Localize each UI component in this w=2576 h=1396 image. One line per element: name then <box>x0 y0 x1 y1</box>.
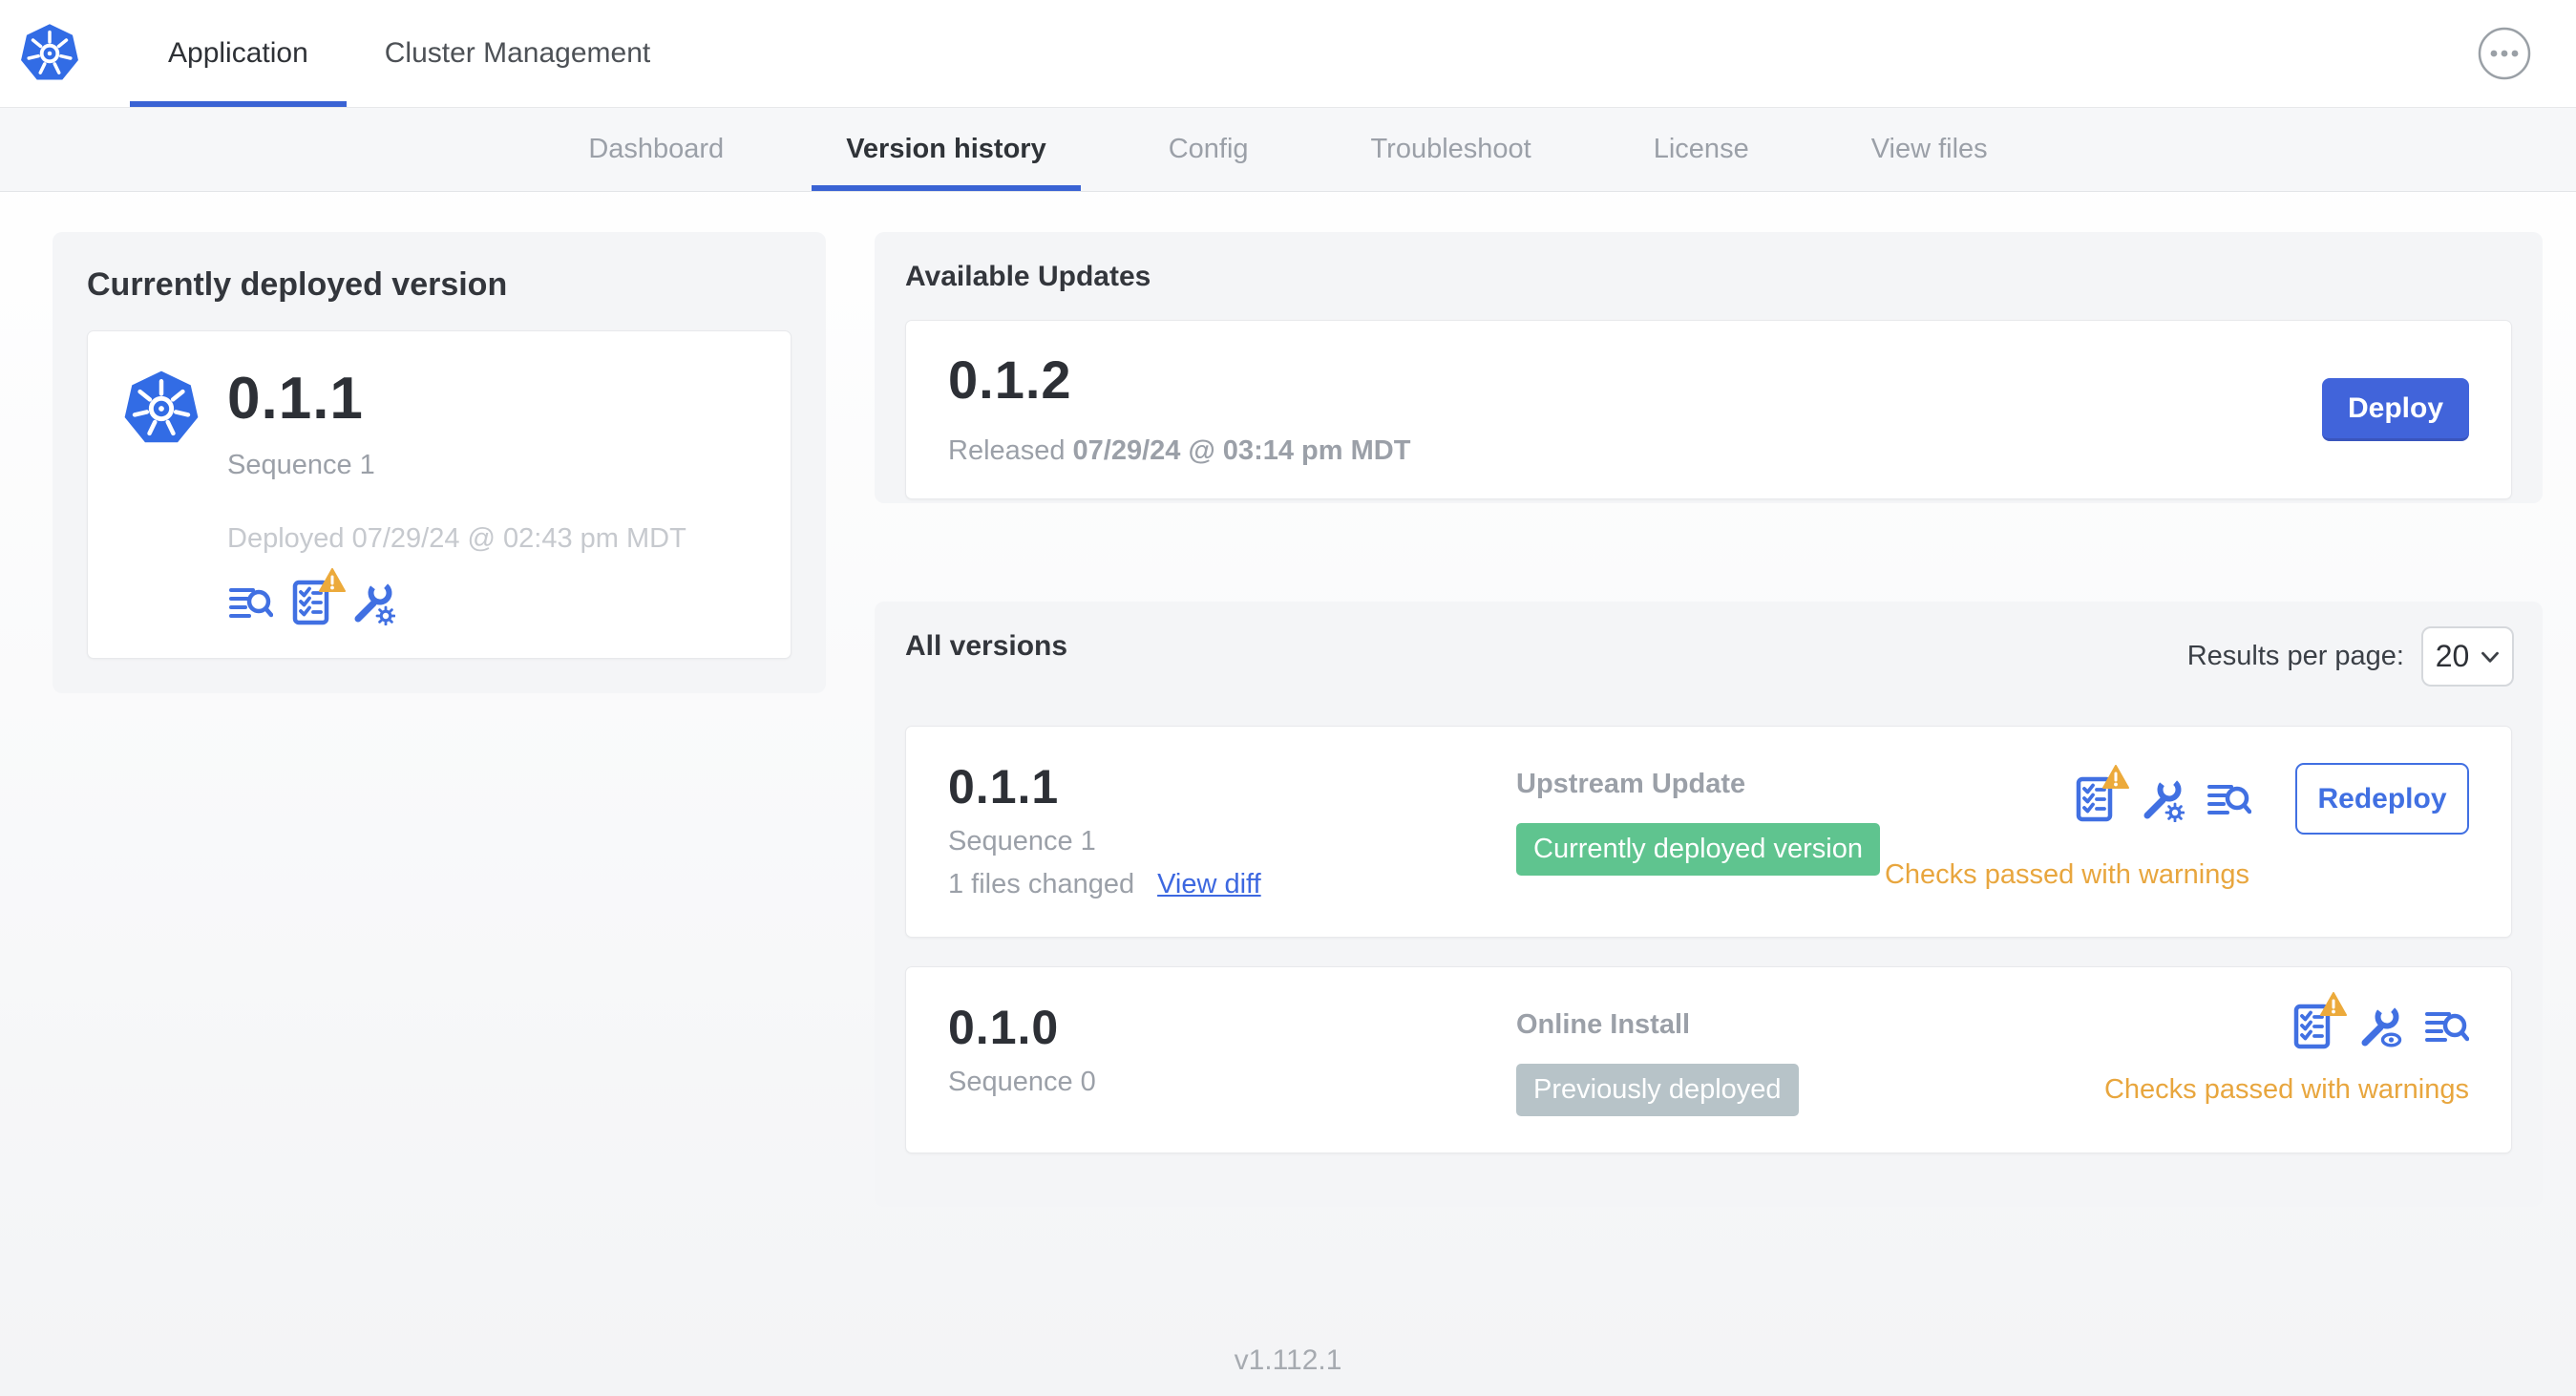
checks-status-text: Checks passed with warnings <box>1884 859 2249 890</box>
subnav-tab-config-label: Config <box>1168 134 1249 164</box>
preflight-checks-warning-icon[interactable] <box>288 568 346 625</box>
view-diff-icon[interactable] <box>227 580 273 625</box>
tab-cluster-management-label: Cluster Management <box>384 37 651 69</box>
view-config-icon[interactable] <box>2356 1004 2402 1049</box>
subnav-tab-license-label: License <box>1653 134 1749 164</box>
warning-triangle-icon <box>2102 764 2129 789</box>
row-sequence-label: Sequence 0 <box>948 1067 1096 1097</box>
deployed-version-number: 0.1.1 <box>227 366 364 432</box>
warning-triangle-icon <box>2320 992 2347 1016</box>
view-diff-icon[interactable] <box>2206 776 2251 822</box>
subnav-tab-version-history-label: Version history <box>846 134 1046 164</box>
results-per-page-select[interactable]: 20 <box>2421 626 2514 687</box>
files-changed-label: 1 files changed <box>948 869 1135 899</box>
view-diff-icon[interactable] <box>2423 1004 2469 1049</box>
deployed-sequence-label: Sequence 1 <box>227 450 375 480</box>
subnav-tab-troubleshoot[interactable]: Troubleshoot <box>1337 108 1566 191</box>
view-diff-link[interactable]: View diff <box>1157 869 1261 900</box>
subnav-tab-dashboard[interactable]: Dashboard <box>554 108 758 191</box>
tab-cluster-management[interactable]: Cluster Management <box>347 0 688 107</box>
subnav-tab-dashboard-label: Dashboard <box>588 134 725 164</box>
chevron-down-icon <box>2481 651 2500 663</box>
ellipsis-icon <box>2478 27 2531 80</box>
available-updates-title: Available Updates <box>905 261 1151 292</box>
currently-deployed-title: Currently deployed version <box>87 266 508 303</box>
console-version-label: v1.112.1 <box>1234 1344 1342 1376</box>
tab-application-label: Application <box>168 37 308 69</box>
version-row-0-1-0: 0.1.0 Sequence 0 Online Install Previous… <box>905 966 2512 1153</box>
preflight-checks-warning-icon[interactable] <box>2290 992 2347 1049</box>
previously-deployed-badge: Previously deployed <box>1516 1064 1799 1116</box>
all-versions-card: All versions Results per page: 20 0.1.1 … <box>875 602 2543 1207</box>
currently-deployed-version-panel: 0.1.1 Sequence 1 Deployed 07/29/24 @ 02:… <box>87 330 792 659</box>
released-date: 07/29/24 @ 03:14 pm MDT <box>1072 434 1411 466</box>
edit-config-icon[interactable] <box>2139 776 2185 822</box>
subnav-tab-version-history[interactable]: Version history <box>812 108 1081 191</box>
available-update-row: 0.1.2 Released 07/29/24 @ 03:14 pm MDT De… <box>905 320 2512 499</box>
subnav-tab-license[interactable]: License <box>1619 108 1784 191</box>
released-label: Released <box>948 434 1066 466</box>
app-subnav: Dashboard Version history Config Trouble… <box>0 108 2576 192</box>
subnav-tab-view-files-label: View files <box>1870 134 1988 164</box>
app-footer: v1.112.1 <box>0 1344 2576 1377</box>
currently-deployed-badge: Currently deployed version <box>1516 823 1880 876</box>
results-per-page-label: Results per page: <box>2186 641 2404 671</box>
preflight-checks-warning-icon[interactable] <box>2072 764 2129 822</box>
row-version-number: 0.1.0 <box>948 1001 1060 1054</box>
update-version-number: 0.1.2 <box>948 349 1072 410</box>
subnav-tab-view-files[interactable]: View files <box>1837 108 2022 191</box>
currently-deployed-card: Currently deployed version 0.1.1 Sequenc… <box>53 232 826 693</box>
update-released-line: Released 07/29/24 @ 03:14 pm MDT <box>948 435 1410 467</box>
results-per-page-value: 20 <box>2435 639 2470 673</box>
deployed-date-label: Deployed 07/29/24 @ 02:43 pm MDT <box>227 523 686 554</box>
redeploy-button[interactable]: Redeploy <box>2295 763 2469 835</box>
row-sequence-label: Sequence 1 <box>948 826 1096 857</box>
kubernetes-app-icon <box>122 370 201 625</box>
subnav-tab-troubleshoot-label: Troubleshoot <box>1370 134 1531 164</box>
app-header: Application Cluster Management <box>0 0 2576 108</box>
row-version-number: 0.1.1 <box>948 760 1060 814</box>
row-source-label: Upstream Update <box>1516 769 1746 799</box>
row-source-label: Online Install <box>1516 1009 1691 1040</box>
edit-config-icon[interactable] <box>349 580 395 625</box>
warning-triangle-icon <box>319 568 346 592</box>
version-row-0-1-1: 0.1.1 Sequence 1 1 files changed View di… <box>905 726 2512 938</box>
deploy-button[interactable]: Deploy <box>2322 378 2469 441</box>
checks-status-text: Checks passed with warnings <box>2103 1074 2469 1105</box>
available-updates-card: Available Updates 0.1.2 Released 07/29/24… <box>875 232 2543 503</box>
tab-application[interactable]: Application <box>130 0 347 107</box>
more-menu-button[interactable] <box>2477 26 2532 81</box>
kubernetes-logo-icon <box>19 0 80 107</box>
subnav-tab-config[interactable]: Config <box>1134 108 1283 191</box>
